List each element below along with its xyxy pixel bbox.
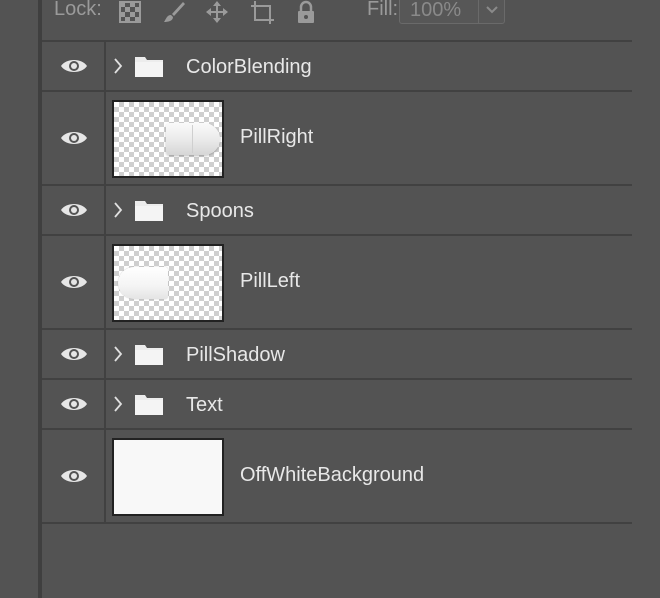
- visibility-toggle[interactable]: [42, 92, 106, 184]
- layer-thumbnail[interactable]: [112, 438, 224, 516]
- layer-row-text[interactable]: Text: [42, 378, 632, 428]
- layer-name: PillShadow: [186, 344, 285, 366]
- lock-position-icon[interactable]: [205, 0, 229, 24]
- left-panel-edge: [0, 0, 38, 598]
- layer-name: Spoons: [186, 200, 254, 222]
- pill-left-thumbnail-shape: [118, 267, 168, 299]
- layer-name: OffWhiteBackground: [240, 464, 425, 486]
- fill-opacity-field[interactable]: 100%: [399, 0, 505, 24]
- fill-label: Fill:: [367, 0, 399, 20]
- layer-thumbnail[interactable]: [112, 244, 224, 322]
- layer-row-pillright[interactable]: PillRight: [42, 90, 632, 184]
- lock-artboard-icon[interactable]: [250, 0, 274, 24]
- chevron-down-icon: [486, 6, 498, 14]
- layer-row-pillshadow[interactable]: PillShadow: [42, 328, 632, 378]
- visibility-toggle[interactable]: [42, 236, 106, 328]
- chevron-right-icon[interactable]: [112, 56, 124, 76]
- layer-row-colorblending[interactable]: ColorBlending: [42, 40, 632, 90]
- folder-icon: [135, 395, 163, 415]
- layer-name: PillLeft: [240, 270, 301, 292]
- eye-icon: [61, 204, 87, 216]
- lock-label: Lock:: [54, 0, 102, 20]
- visibility-toggle[interactable]: [42, 186, 106, 234]
- lock-transparent-pixels-icon[interactable]: [118, 0, 142, 24]
- visibility-toggle[interactable]: [42, 42, 106, 90]
- eye-icon: [61, 132, 87, 144]
- visibility-toggle[interactable]: [42, 430, 106, 522]
- layer-name: PillRight: [240, 126, 314, 148]
- chevron-right-icon[interactable]: [112, 394, 124, 414]
- layer-row-spoons[interactable]: Spoons: [42, 184, 632, 234]
- eye-icon: [61, 348, 87, 360]
- lock-image-pixels-icon[interactable]: [162, 0, 186, 24]
- visibility-toggle[interactable]: [42, 380, 106, 428]
- chevron-right-icon[interactable]: [112, 200, 124, 220]
- eye-icon: [61, 60, 87, 72]
- layer-thumbnail[interactable]: [112, 100, 224, 178]
- eye-icon: [61, 276, 87, 288]
- layer-name: Text: [186, 394, 223, 416]
- folder-icon: [135, 201, 163, 221]
- visibility-toggle[interactable]: [42, 330, 106, 378]
- chevron-right-icon[interactable]: [112, 344, 124, 364]
- layers-list-bottom-border: [42, 522, 632, 524]
- layer-row-pillleft[interactable]: PillLeft: [42, 234, 632, 328]
- lock-all-icon[interactable]: [294, 0, 318, 24]
- layer-name: ColorBlending: [186, 56, 312, 78]
- pill-right-thumbnail-shape: [166, 123, 220, 155]
- fill-value: 100%: [410, 0, 462, 21]
- eye-icon: [61, 398, 87, 410]
- layers-panel: Lock: Fill: 100% ColorBlending PillRight…: [0, 0, 660, 598]
- folder-icon: [135, 345, 163, 365]
- fill-dropdown-button[interactable]: [478, 0, 505, 23]
- eye-icon: [61, 470, 87, 482]
- layer-row-offwhitebackground[interactable]: OffWhiteBackground: [42, 428, 632, 522]
- layers-list: ColorBlending PillRight Spoons PillLeft …: [42, 40, 632, 524]
- lock-toolbar: Lock: Fill: 100%: [42, 0, 660, 30]
- folder-icon: [135, 57, 163, 77]
